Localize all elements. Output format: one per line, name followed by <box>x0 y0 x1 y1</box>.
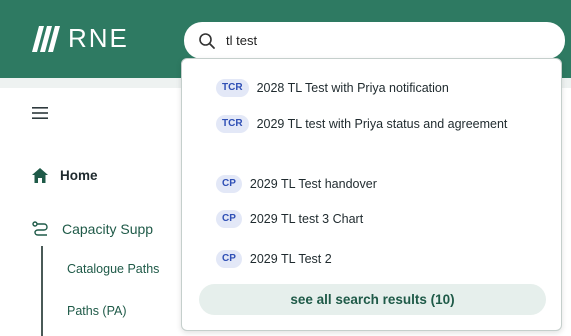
hamburger-menu-icon[interactable] <box>32 106 48 120</box>
logo-text: RNE <box>68 23 129 53</box>
result-title: 2029 TL test 3 Chart <box>249 211 364 226</box>
home-icon <box>32 168 48 183</box>
search-result-item[interactable]: CP 2029 TL Test handover <box>216 175 377 193</box>
result-type-badge: CP <box>216 250 242 268</box>
result-title: 2029 TL Test handover <box>249 176 377 191</box>
search-result-item[interactable]: TCR 2029 TL test with Priya status and a… <box>216 115 536 133</box>
result-title: 2029 TL Test 2 <box>249 251 332 266</box>
result-type-badge: TCR <box>216 79 249 97</box>
nav-home-label: Home <box>60 168 98 183</box>
search-input[interactable] <box>226 33 546 48</box>
result-type-badge: TCR <box>216 115 249 133</box>
nav-item-home[interactable]: Home <box>32 168 98 183</box>
see-all-results-button[interactable]: see all search results (10) <box>199 284 546 315</box>
nav-tree-line <box>41 246 43 336</box>
search-icon <box>199 32 215 49</box>
search-result-item[interactable]: TCR 2028 TL Test with Priya notification <box>216 79 449 97</box>
result-title: 2029 TL test with Priya status and agree… <box>256 116 508 131</box>
search-result-item[interactable]: CP 2029 TL Test 2 <box>216 250 332 268</box>
route-icon <box>32 221 48 236</box>
search-results-dropdown: TCR 2028 TL Test with Priya notification… <box>181 58 562 331</box>
nav-capacity-label: Capacity Supp <box>62 221 154 237</box>
nav-sub-paths-pa[interactable]: Paths (PA) <box>67 304 127 318</box>
search-result-item[interactable]: CP 2029 TL test 3 Chart <box>216 210 363 228</box>
search-bar[interactable] <box>184 22 565 59</box>
rne-logo[interactable]: RNE <box>32 23 129 54</box>
rne-logo-icon <box>32 25 60 52</box>
result-title: 2028 TL Test with Priya notification <box>256 80 449 95</box>
result-type-badge: CP <box>216 175 242 193</box>
nav-item-capacity-supply[interactable]: Capacity Supp <box>32 221 153 237</box>
nav-sub-catalogue-paths[interactable]: Catalogue Paths <box>67 262 159 276</box>
result-type-badge: CP <box>216 210 242 228</box>
